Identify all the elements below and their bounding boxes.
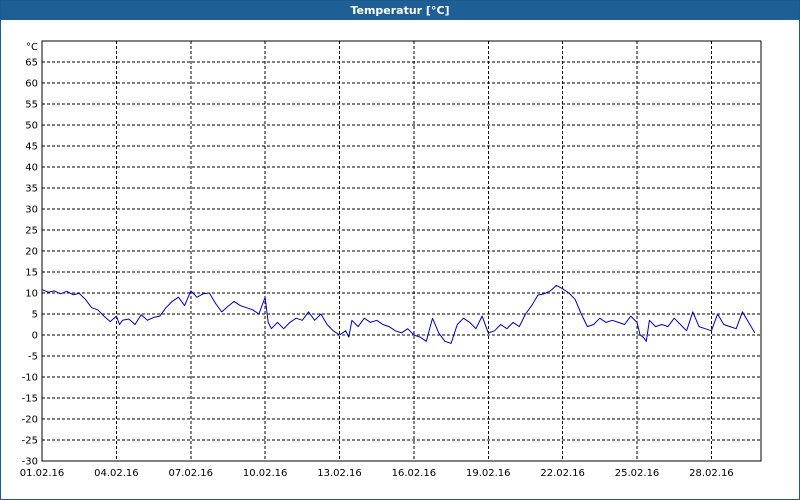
y-tick-label: 10 xyxy=(25,289,38,300)
x-tick-label: 07.02.16 xyxy=(168,468,213,479)
window-title: Temperatur [°C] xyxy=(1,1,799,20)
y-tick-label: -30 xyxy=(22,457,38,468)
y-tick-label: 55 xyxy=(25,100,38,111)
y-tick-label: 20 xyxy=(25,247,38,258)
x-tick-label: 13.02.16 xyxy=(317,468,362,479)
y-tick-label: 0 xyxy=(32,331,38,342)
y-tick-label: 50 xyxy=(25,121,38,132)
x-tick-label: 22.02.16 xyxy=(540,468,585,479)
x-tick-label: 28.02.16 xyxy=(689,468,734,479)
x-tick-label: 16.02.16 xyxy=(392,468,437,479)
y-tick-label: 5 xyxy=(32,310,38,321)
y-tick-label: -15 xyxy=(22,394,38,405)
y-tick-label: -25 xyxy=(22,436,38,447)
y-tick-label: 15 xyxy=(25,268,38,279)
y-tick-label: 25 xyxy=(25,226,38,237)
y-tick-label: -10 xyxy=(22,373,38,384)
x-tick-label: 25.02.16 xyxy=(615,468,660,479)
y-tick-label: 65 xyxy=(25,58,38,69)
x-tick-label: 19.02.16 xyxy=(466,468,511,479)
chart-window: Temperatur [°C] -30 -25 -20 -15 -10 -5 0 5 10 15 2… xyxy=(0,0,800,500)
temperature-chart: -30 -25 -20 -15 -10 -5 0 5 10 15 20 25 30 35 40 45 50 55 6… xyxy=(20,40,762,479)
y-tick-label: 35 xyxy=(25,184,38,195)
y-tick-label: 30 xyxy=(25,205,38,216)
y-tick-label: -5 xyxy=(28,352,38,363)
y-tick-label: 45 xyxy=(25,142,38,153)
y-unit-label: °C xyxy=(26,42,38,53)
y-tick-label: -20 xyxy=(22,415,38,426)
x-tick-label: 04.02.16 xyxy=(94,468,139,479)
y-tick-label: 60 xyxy=(25,79,38,90)
y-tick-label: 40 xyxy=(25,163,38,174)
x-tick-label: 10.02.16 xyxy=(243,468,288,479)
x-tick-label: 01.02.16 xyxy=(20,468,65,479)
